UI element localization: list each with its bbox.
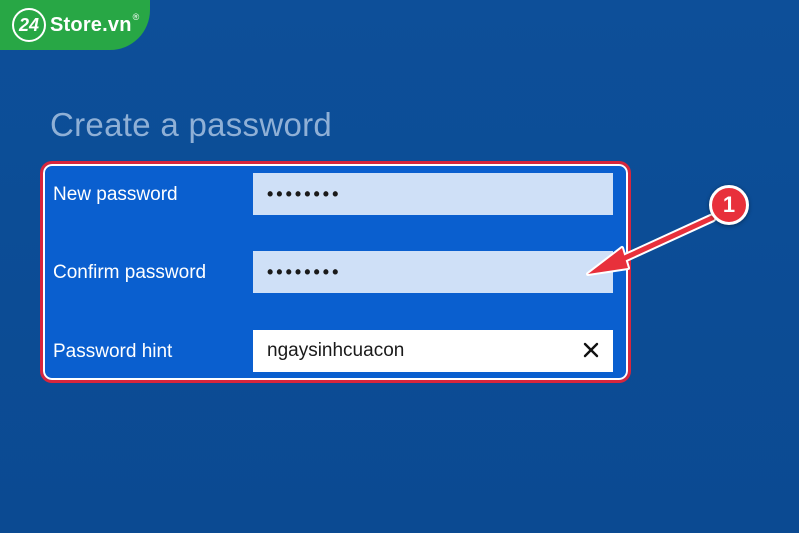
password-form-panel: New password •••••••• Confirm password •… [40, 161, 631, 383]
confirm-password-row: Confirm password •••••••• [43, 251, 628, 293]
password-hint-label: Password hint [53, 341, 173, 362]
step-callout: 1 [709, 185, 749, 225]
confirm-password-field[interactable]: •••••••• [253, 251, 613, 293]
new-password-field[interactable]: •••••••• [253, 173, 613, 215]
brand-logo: 24 Store.vn ® [0, 0, 150, 50]
new-password-label: New password [53, 184, 178, 205]
page-title: Create a password [50, 106, 333, 143]
brand-trademark: ® [132, 12, 140, 22]
password-hint-value: ngaysinhcuacon [267, 340, 405, 361]
page: 24 Store.vn ® Create a password New pass… [0, 0, 799, 533]
close-icon[interactable] [579, 338, 603, 362]
password-hint-field[interactable]: ngaysinhcuacon [253, 330, 613, 372]
brand-name: Store.vn [50, 13, 132, 36]
password-hint-row: Password hint ngaysinhcuacon [43, 330, 628, 372]
confirm-password-label: Confirm password [53, 262, 207, 283]
brand-badge: 24 [12, 8, 46, 42]
new-password-row: New password •••••••• [43, 173, 628, 215]
